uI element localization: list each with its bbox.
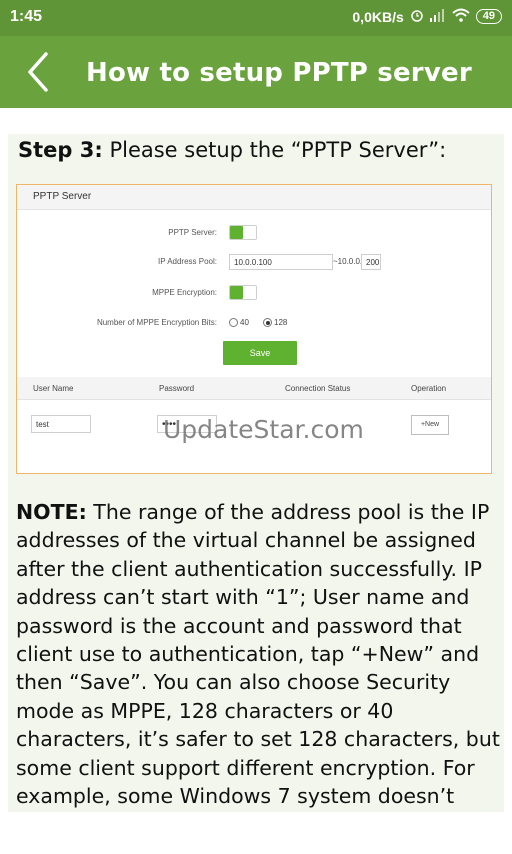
bits-128-radio[interactable] (263, 318, 272, 327)
note-label: NOTE: (16, 500, 87, 524)
mppe-label: MPPE Encryption: (152, 288, 217, 297)
step-heading: Step 3: Please setup the “PPTP Server”: (18, 138, 446, 162)
column-operation: Operation (411, 384, 447, 393)
alarm-icon (410, 8, 424, 25)
network-speed: 0,0KB/s (352, 8, 404, 25)
column-password: Password (159, 384, 195, 393)
pptp-settings-screenshot: PPTP Server PPTP Server: IP Address Pool… (16, 184, 492, 474)
chevron-left-icon (28, 52, 48, 92)
signal-icon (429, 8, 446, 25)
bits-40-label: 40 (240, 318, 249, 327)
battery-indicator: 49 (475, 9, 502, 24)
new-entry-button[interactable]: +New (411, 415, 449, 435)
bits-128-label: 128 (274, 318, 288, 327)
step-text: Please setup the “PPTP Server”: (102, 138, 447, 162)
status-right: 0,0KB/s 49 (352, 8, 502, 25)
column-user-name: User Name (33, 384, 74, 393)
panel-title: PPTP Server (33, 191, 92, 202)
note-text: The range of the address pool is the IP … (16, 500, 500, 809)
column-connection-status: Connection Status (285, 384, 351, 393)
mppe-toggle[interactable] (229, 285, 257, 300)
back-button[interactable] (22, 50, 58, 94)
mppe-bits-label: Number of MPPE Encryption Bits: (96, 318, 217, 327)
ip-pool-end-input[interactable]: 200 (361, 254, 381, 270)
status-time: 1:45 (10, 8, 43, 25)
page-title: How to setup PPTP server (86, 58, 472, 88)
pptp-server-toggle[interactable] (229, 225, 257, 240)
pptp-server-label: PPTP Server: (168, 228, 217, 237)
wifi-icon (452, 8, 470, 25)
note-paragraph: NOTE: The range of the address pool is t… (16, 498, 500, 810)
panel-header: PPTP Server (17, 185, 491, 210)
save-button[interactable]: Save (223, 341, 297, 365)
ip-pool-start-input[interactable]: 10.0.0.100 (229, 254, 333, 270)
watermark: UpdateStar.com (163, 415, 364, 444)
table-header: User Name Password Connection Status Ope… (17, 377, 491, 400)
ip-pool-label: IP Address Pool: (158, 257, 217, 266)
step-label: Step 3: (18, 138, 103, 162)
ip-pool-separator: ~10.0.0. (333, 257, 363, 266)
bits-40-radio[interactable] (229, 318, 238, 327)
article-content: Step 3: Please setup the “PPTP Server”: … (8, 134, 504, 812)
user-name-input[interactable]: test (31, 415, 91, 433)
status-bar: 1:45 0,0KB/s 49 (0, 0, 512, 36)
app-bar: How to setup PPTP server (0, 36, 512, 108)
